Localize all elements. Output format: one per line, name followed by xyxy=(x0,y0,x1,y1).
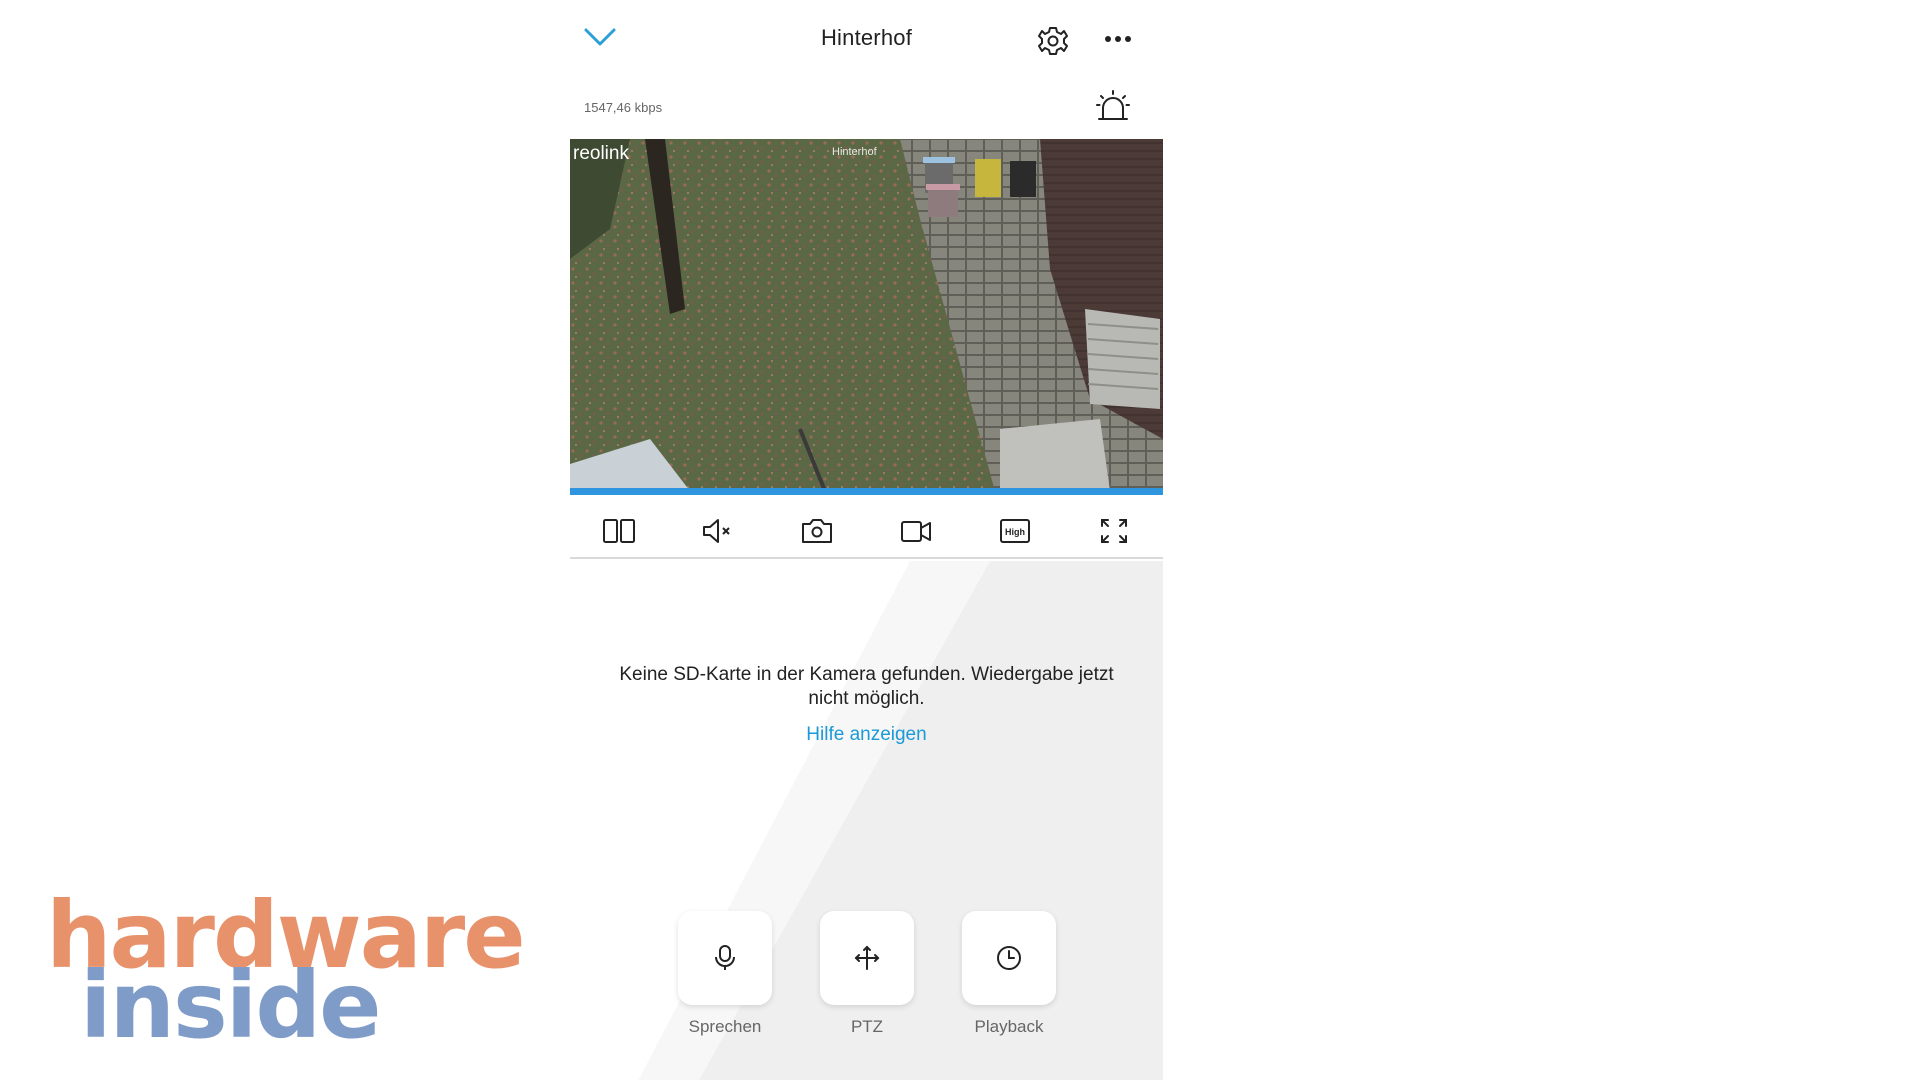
live-video-feed[interactable]: reolink Hinterhof xyxy=(570,139,1163,491)
video-record-icon xyxy=(900,521,931,542)
show-help-link[interactable]: Hilfe anzeigen xyxy=(570,724,1163,746)
siren-alarm-icon xyxy=(1096,90,1130,120)
playback-panel: Keine SD-Karte in der Kamera gefunden. W… xyxy=(570,561,1163,1080)
talk-button[interactable] xyxy=(678,911,772,1005)
fullscreen-icon xyxy=(1100,519,1127,543)
camera-app-screen: Hinterhof 1547,46 kbps reolink Hinterhof… xyxy=(570,0,1163,1080)
reolink-overlay-logo: reolink xyxy=(573,143,629,164)
split-view-button[interactable] xyxy=(599,511,639,551)
hardware-inside-watermark: hardware inside xyxy=(46,895,526,1045)
more-options-button[interactable] xyxy=(1098,22,1138,56)
talk-label: Sprechen xyxy=(688,1017,762,1036)
no-sd-card-message: Keine SD-Karte in der Kamera gefunden. W… xyxy=(619,664,1114,709)
playback-action: Playback xyxy=(961,911,1057,1037)
split-view-icon xyxy=(603,519,636,543)
snapshot-button[interactable] xyxy=(797,511,837,551)
siren-button[interactable] xyxy=(1094,88,1132,126)
playback-label: Playback xyxy=(974,1017,1044,1036)
camera-snapshot-icon xyxy=(802,519,833,543)
video-toolbar: High xyxy=(570,505,1163,559)
camera-image: reolink Hinterhof xyxy=(570,139,1163,491)
ptz-action: PTZ xyxy=(819,911,915,1037)
record-button[interactable] xyxy=(896,511,936,551)
microphone-icon xyxy=(715,945,735,970)
more-dots-icon xyxy=(1105,36,1131,42)
ptz-button[interactable] xyxy=(820,911,914,1005)
clock-icon xyxy=(997,946,1021,970)
mute-icon xyxy=(703,519,730,543)
stream-progress-fill xyxy=(570,488,1163,495)
stream-progress-bar xyxy=(570,488,1163,495)
top-bar: Hinterhof xyxy=(570,0,1163,80)
bitrate-readout: 1547,46 kbps xyxy=(584,100,663,115)
page-title: Hinterhof xyxy=(820,25,913,50)
camera-name-overlay: Hinterhof xyxy=(832,146,878,158)
talk-action: Sprechen xyxy=(677,911,773,1037)
settings-button[interactable] xyxy=(1036,24,1070,58)
fullscreen-button[interactable] xyxy=(1094,511,1134,551)
playback-button[interactable] xyxy=(962,911,1056,1005)
quality-high-icon: High xyxy=(999,519,1030,543)
quality-button[interactable]: High xyxy=(995,511,1035,551)
ptz-label: PTZ xyxy=(850,1017,884,1036)
mute-button[interactable] xyxy=(698,511,738,551)
gear-icon xyxy=(1038,27,1068,55)
watermark-line2: inside xyxy=(80,952,380,1045)
quality-label: High xyxy=(1005,527,1025,537)
ptz-icon xyxy=(854,945,880,970)
